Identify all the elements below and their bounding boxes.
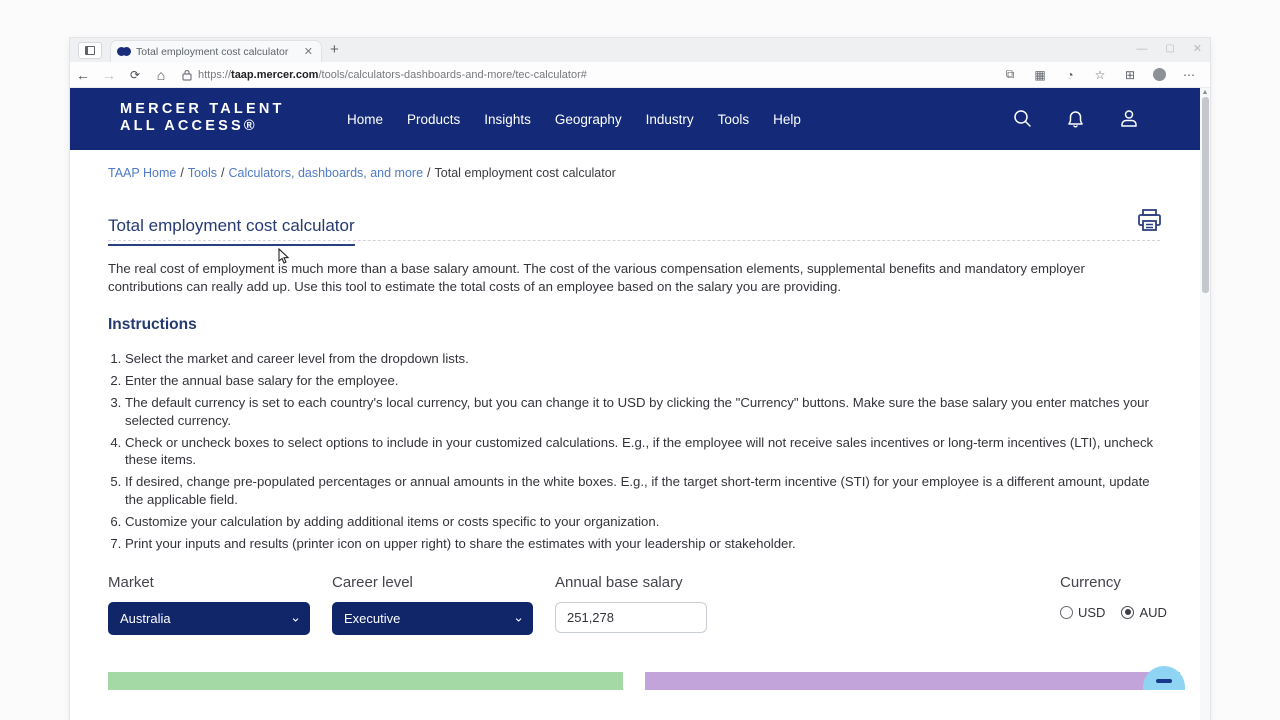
- copilot-icon[interactable]: ◔: [1063, 68, 1077, 82]
- annual-base-salary-label: Annual base salary: [555, 574, 707, 591]
- refresh-icon[interactable]: ⟳: [122, 68, 148, 82]
- window-controls: — ▢ ✕: [1136, 40, 1202, 58]
- maximize-button[interactable]: ▢: [1165, 40, 1174, 58]
- scrollbar-up-arrow[interactable]: ▲: [1200, 89, 1210, 96]
- market-label: Market: [108, 574, 310, 591]
- window-close-button[interactable]: ✕: [1193, 40, 1202, 58]
- browser-toolbar-icons: ⧉ ▦ ◔ ☆ ⊞ ⋯: [1003, 67, 1196, 82]
- instruction-item: The default currency is set to each coun…: [125, 394, 1158, 429]
- extensions-icon[interactable]: ▦: [1033, 68, 1047, 82]
- chat-widget-button[interactable]: [1143, 666, 1185, 690]
- site-header: MERCER TALENTALL ACCESS® Home Products I…: [70, 88, 1200, 150]
- scrollbar-thumb[interactable]: [1202, 97, 1209, 293]
- mercer-taap-logo[interactable]: MERCER TALENTALL ACCESS®: [120, 101, 285, 135]
- browser-address-bar: ← → ⟳ ⌂ https://taap.mercer.com/tools/ca…: [70, 62, 1210, 88]
- breadcrumb-current: Total employment cost calculator: [435, 166, 616, 180]
- market-dropdown[interactable]: Australia ⌄: [108, 602, 310, 635]
- breadcrumb-link-taap-home[interactable]: TAAP Home: [108, 166, 176, 180]
- address-bar[interactable]: https://taap.mercer.com/tools/calculator…: [182, 65, 995, 85]
- intro-paragraph: The real cost of employment is much more…: [108, 260, 1158, 296]
- instruction-item: Print your inputs and results (printer i…: [125, 535, 1158, 553]
- account-person-icon[interactable]: [1118, 108, 1140, 130]
- favorites-icon[interactable]: ☆: [1093, 68, 1107, 82]
- currency-radio-usd[interactable]: USD: [1060, 605, 1105, 620]
- instruction-item: Enter the annual base salary for the emp…: [125, 372, 1158, 390]
- menu-item-help[interactable]: Help: [773, 112, 801, 127]
- page-scrollbar[interactable]: ▲: [1200, 88, 1210, 720]
- menu-item-geography[interactable]: Geography: [555, 112, 622, 127]
- url-text: https://taap.mercer.com/tools/calculator…: [198, 69, 587, 81]
- breadcrumb-link-tools[interactable]: Tools: [188, 166, 217, 180]
- instruction-item: If desired, change pre-populated percent…: [125, 473, 1158, 508]
- home-icon[interactable]: ⌂: [148, 67, 174, 83]
- tab-close-icon[interactable]: ✕: [302, 45, 315, 58]
- instruction-item: Check or uncheck boxes to select options…: [125, 434, 1158, 469]
- page-content: MERCER TALENTALL ACCESS® Home Products I…: [70, 88, 1200, 720]
- menu-item-tools[interactable]: Tools: [718, 112, 750, 127]
- chevron-down-icon: ⌄: [513, 609, 524, 625]
- print-icon[interactable]: [1136, 208, 1163, 234]
- menu-item-home[interactable]: Home: [347, 112, 383, 127]
- split-screen-icon[interactable]: ⧉: [1003, 67, 1017, 82]
- forward-icon[interactable]: →: [96, 67, 122, 83]
- breadcrumb: TAAP Home/Tools/Calculators, dashboards,…: [108, 166, 616, 180]
- breadcrumb-link-calculators[interactable]: Calculators, dashboards, and more: [228, 166, 423, 180]
- page-title: Total employment cost calculator: [108, 216, 355, 246]
- browser-tab[interactable]: Total employment cost calculator ✕: [110, 40, 322, 62]
- currency-radio-group: USD AUD: [1060, 605, 1167, 620]
- menu-item-products[interactable]: Products: [407, 112, 460, 127]
- more-menu-icon[interactable]: ⋯: [1182, 68, 1196, 82]
- profile-avatar[interactable]: [1153, 68, 1166, 81]
- menu-item-industry[interactable]: Industry: [646, 112, 694, 127]
- instructions-list: Select the market and career level from …: [108, 350, 1158, 557]
- career-level-dropdown[interactable]: Executive ⌄: [332, 602, 533, 635]
- minimize-button[interactable]: —: [1136, 40, 1147, 58]
- main-menu: Home Products Insights Geography Industr…: [347, 88, 801, 150]
- chat-dash-icon: [1156, 679, 1172, 683]
- radio-circle-icon: [1121, 606, 1134, 619]
- title-divider: [108, 240, 1160, 241]
- instruction-item: Customize your calculation by adding add…: [125, 513, 1158, 531]
- desktop: Total employment cost calculator ✕ + — ▢…: [0, 0, 1280, 720]
- site-favicon-icon: [117, 47, 131, 56]
- instruction-item: Select the market and career level from …: [125, 350, 1158, 368]
- new-tab-button[interactable]: +: [330, 41, 339, 59]
- browser-tab-strip: Total employment cost calculator ✕ + — ▢…: [70, 38, 1210, 62]
- purple-card-header: [645, 672, 1180, 690]
- menu-item-insights[interactable]: Insights: [484, 112, 531, 127]
- browser-window: Total employment cost calculator ✕ + — ▢…: [70, 38, 1210, 720]
- chevron-down-icon: ⌄: [290, 609, 301, 625]
- lock-icon: [182, 69, 192, 81]
- tab-actions-icon[interactable]: [78, 42, 102, 59]
- annual-base-salary-input[interactable]: 251,278: [555, 602, 707, 633]
- back-icon[interactable]: ←: [70, 67, 96, 83]
- collections-icon[interactable]: ⊞: [1123, 68, 1137, 82]
- mouse-cursor: [278, 248, 290, 266]
- search-icon[interactable]: [1011, 108, 1033, 130]
- radio-circle-icon: [1060, 606, 1073, 619]
- currency-label: Currency: [1060, 574, 1167, 591]
- career-level-label: Career level: [332, 574, 533, 591]
- notifications-bell-icon[interactable]: [1065, 108, 1086, 130]
- instructions-heading: Instructions: [108, 316, 197, 334]
- green-card-header: [108, 672, 623, 690]
- tab-title: Total employment cost calculator: [136, 46, 297, 58]
- currency-radio-aud[interactable]: AUD: [1121, 605, 1166, 620]
